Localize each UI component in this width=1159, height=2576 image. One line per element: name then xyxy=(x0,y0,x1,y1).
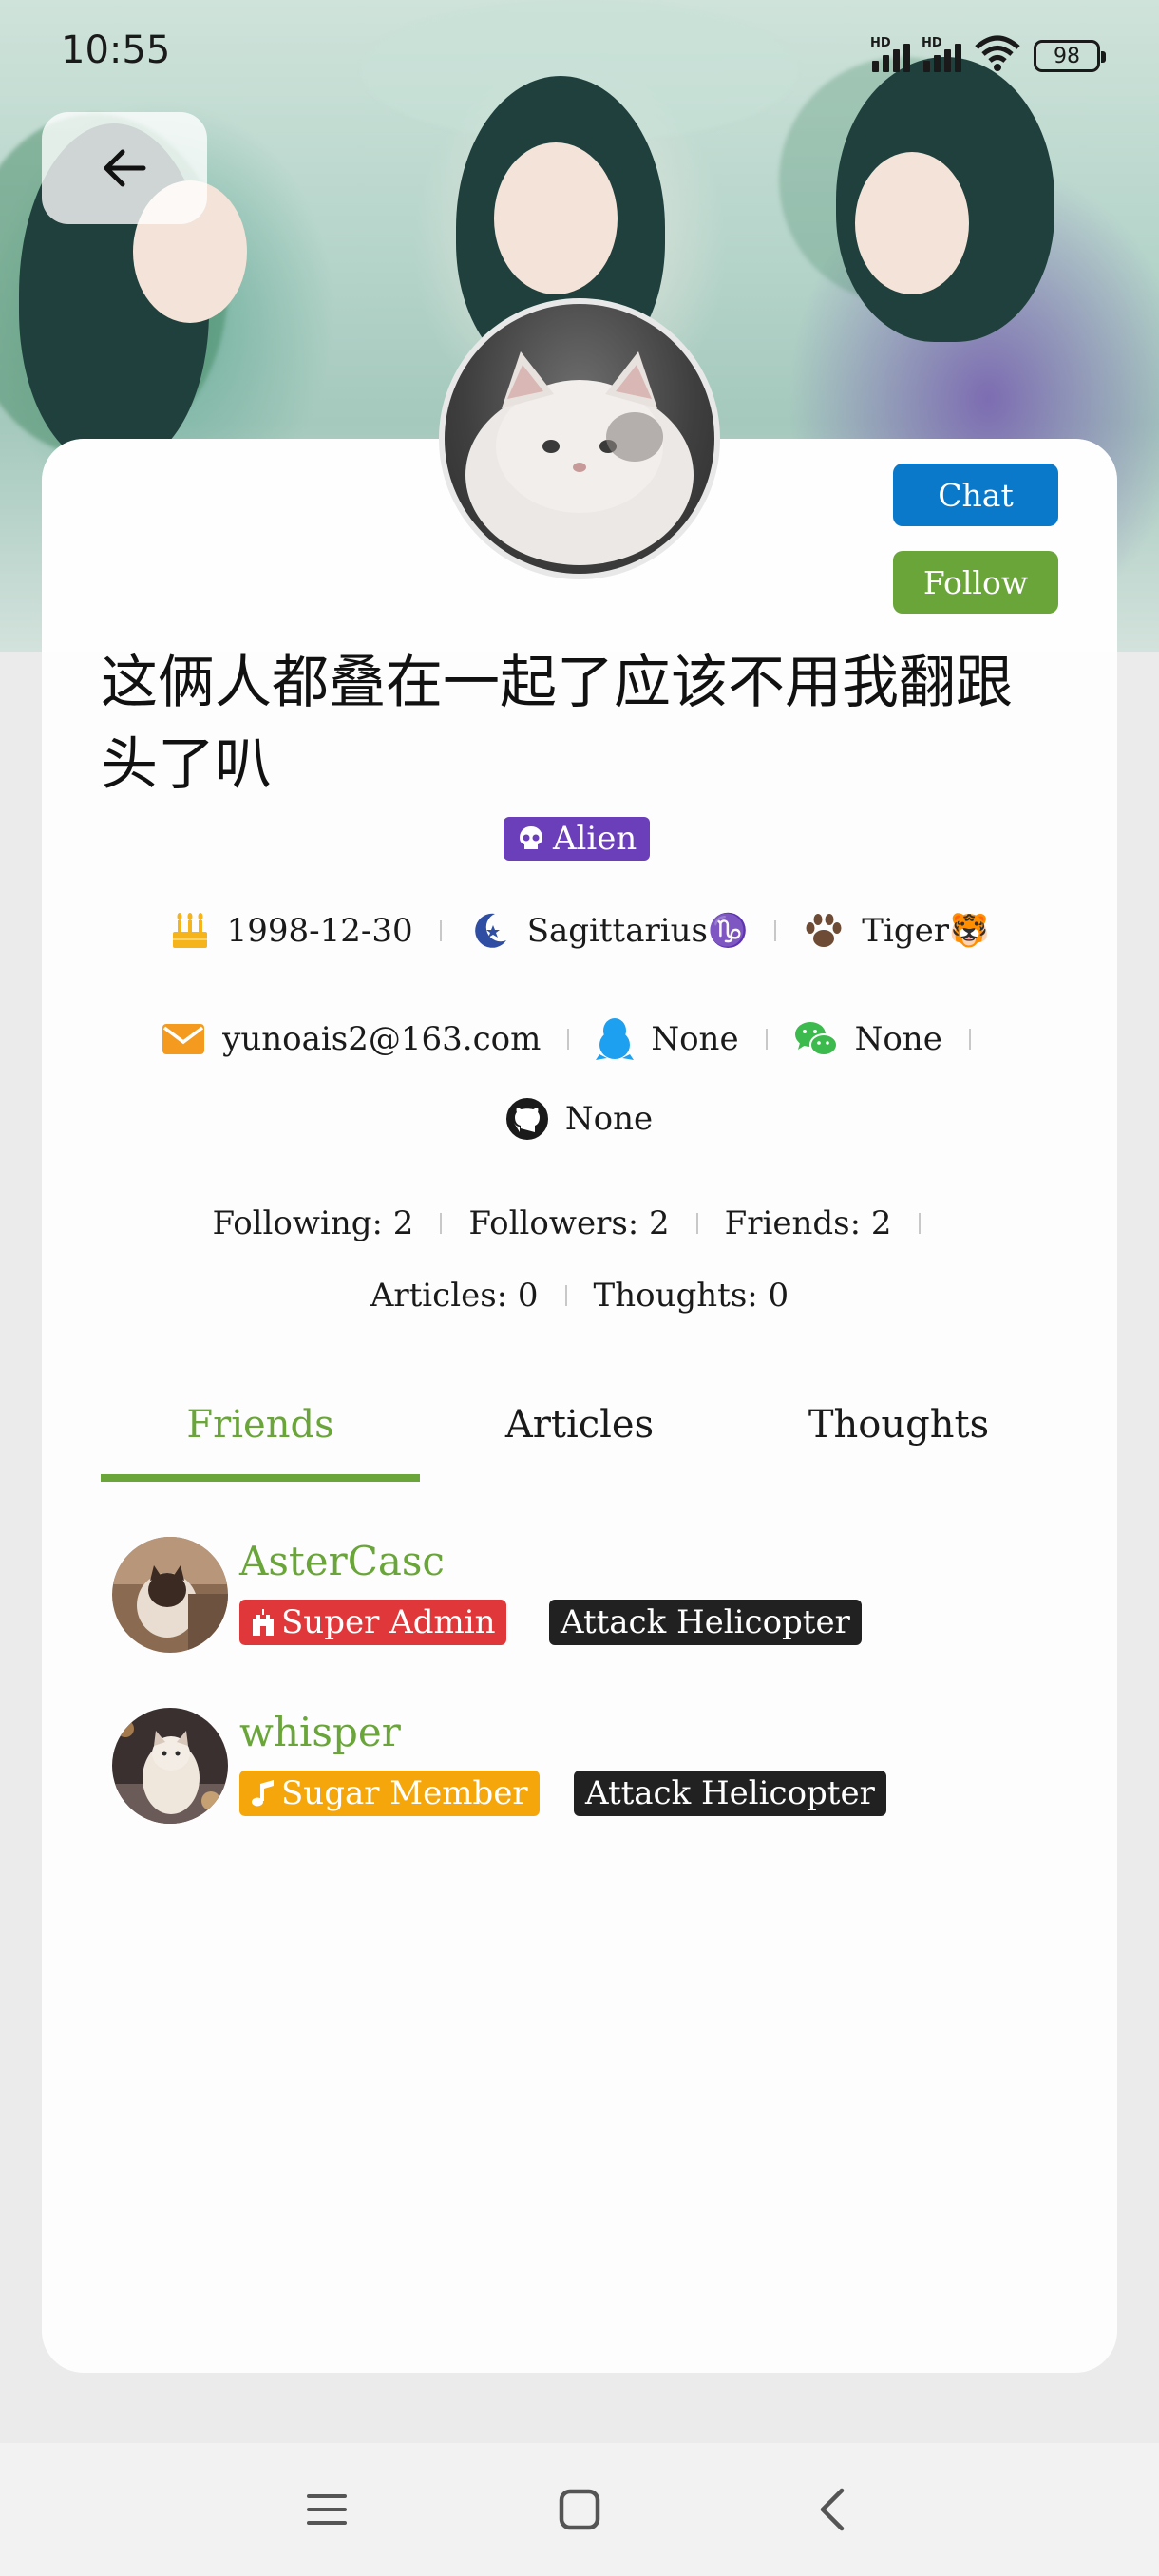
qq-text: None xyxy=(651,1020,739,1058)
friend-name[interactable]: AsterCasc xyxy=(239,1537,445,1586)
role-badge: Super Admin xyxy=(239,1600,507,1645)
music-note-icon xyxy=(251,1780,276,1807)
zodiac-text: Sagittarius♑ xyxy=(526,912,749,950)
level-badge: Alien xyxy=(504,817,651,861)
github-text: None xyxy=(564,1100,654,1138)
title-badge: Attack Helicopter xyxy=(549,1600,862,1645)
thoughts-count[interactable]: Thoughts: 0 xyxy=(594,1277,789,1315)
info-row-basic: 1998-12-30 Sagittarius♑ Tiger🐯 xyxy=(42,902,1117,959)
penguin-icon xyxy=(596,1016,635,1062)
friend-name[interactable]: whisper xyxy=(239,1708,401,1757)
skull-icon xyxy=(517,824,545,853)
cake-icon xyxy=(170,911,210,951)
moon-star-icon xyxy=(468,910,510,952)
email-text: yunoais2@163.com xyxy=(222,1020,542,1058)
avatar[interactable] xyxy=(112,1708,228,1824)
birthday-item: 1998-12-30 xyxy=(170,911,413,951)
role-badge-label: Super Admin xyxy=(281,1603,496,1641)
nav-back-button[interactable] xyxy=(804,2481,861,2538)
stats-row-1: Following: 2 Followers: 2 Friends: 2 xyxy=(42,1195,1117,1252)
divider xyxy=(695,1213,698,1234)
envelope-icon xyxy=(162,1022,205,1056)
divider xyxy=(564,1285,567,1306)
follow-button[interactable]: Follow xyxy=(893,551,1058,614)
avatar[interactable] xyxy=(439,298,720,579)
articles-count[interactable]: Articles: 0 xyxy=(370,1277,539,1315)
signal-icon: HD xyxy=(870,36,910,72)
wechat-item: None xyxy=(794,1020,942,1058)
arrow-left-icon xyxy=(100,143,149,193)
system-nav-bar xyxy=(0,2443,1159,2576)
divider xyxy=(968,1029,971,1050)
signal-icon: HD xyxy=(922,36,961,72)
chevron-left-icon xyxy=(815,2487,849,2532)
stats-row-2: Articles: 0 Thoughts: 0 xyxy=(42,1267,1117,1324)
role-badge: Sugar Member xyxy=(239,1771,540,1816)
followers-count[interactable]: Followers: 2 xyxy=(468,1204,669,1242)
divider xyxy=(774,920,777,941)
divider xyxy=(918,1213,921,1234)
chat-button[interactable]: Chat xyxy=(893,464,1058,526)
menu-button[interactable] xyxy=(298,2481,355,2538)
home-icon xyxy=(559,2489,600,2530)
wechat-icon xyxy=(794,1020,838,1058)
wechat-text: None xyxy=(854,1020,942,1058)
battery-icon: 98 xyxy=(1034,40,1106,72)
list-item[interactable]: AsterCasc Super Admin Attack Helicopter xyxy=(112,1537,967,1655)
chinese-zodiac-text: Tiger🐯 xyxy=(862,912,990,950)
friends-count[interactable]: Friends: 2 xyxy=(725,1204,892,1242)
qq-item: None xyxy=(596,1016,739,1062)
divider xyxy=(567,1029,570,1050)
birthday-text: 1998-12-30 xyxy=(226,912,413,950)
page-title: 这俩人都叠在一起了应该不用我翻跟头了叭 xyxy=(101,650,1013,798)
wifi-icon xyxy=(975,34,1020,72)
following-count[interactable]: Following: 2 xyxy=(212,1204,413,1242)
title-badge: Attack Helicopter xyxy=(574,1771,886,1816)
castle-icon xyxy=(251,1609,276,1636)
role-badge-label: Sugar Member xyxy=(281,1774,528,1812)
tab-articles[interactable]: Articles xyxy=(420,1368,739,1482)
menu-icon xyxy=(305,2491,349,2529)
divider xyxy=(440,1213,443,1234)
tab-bar: Friends Articles Thoughts xyxy=(101,1368,1058,1482)
tab-friends[interactable]: Friends xyxy=(101,1368,420,1482)
paw-icon xyxy=(803,910,845,952)
battery-level: 98 xyxy=(1054,44,1080,68)
info-row-github: None xyxy=(42,1090,1117,1147)
back-button[interactable] xyxy=(42,112,207,224)
home-button[interactable] xyxy=(551,2481,608,2538)
avatar[interactable] xyxy=(112,1537,228,1653)
list-item[interactable]: whisper Sugar Member Attack Helicopter xyxy=(112,1708,967,1826)
level-badge-label: Alien xyxy=(553,820,637,858)
zodiac-item: Sagittarius♑ xyxy=(468,910,749,952)
info-row-contacts: yunoais2@163.com None None xyxy=(42,1011,1117,1068)
email-item[interactable]: yunoais2@163.com xyxy=(162,1020,541,1058)
divider xyxy=(439,920,442,941)
status-icons: HD HD 98 xyxy=(870,34,1106,72)
github-item: None xyxy=(505,1098,654,1140)
tab-thoughts[interactable]: Thoughts xyxy=(739,1368,1058,1482)
status-bar: 10:55 HD HD 98 xyxy=(0,0,1159,106)
github-icon xyxy=(505,1098,548,1140)
divider xyxy=(765,1029,768,1050)
chinese-zodiac-item: Tiger🐯 xyxy=(803,910,989,952)
status-time: 10:55 xyxy=(61,28,171,72)
